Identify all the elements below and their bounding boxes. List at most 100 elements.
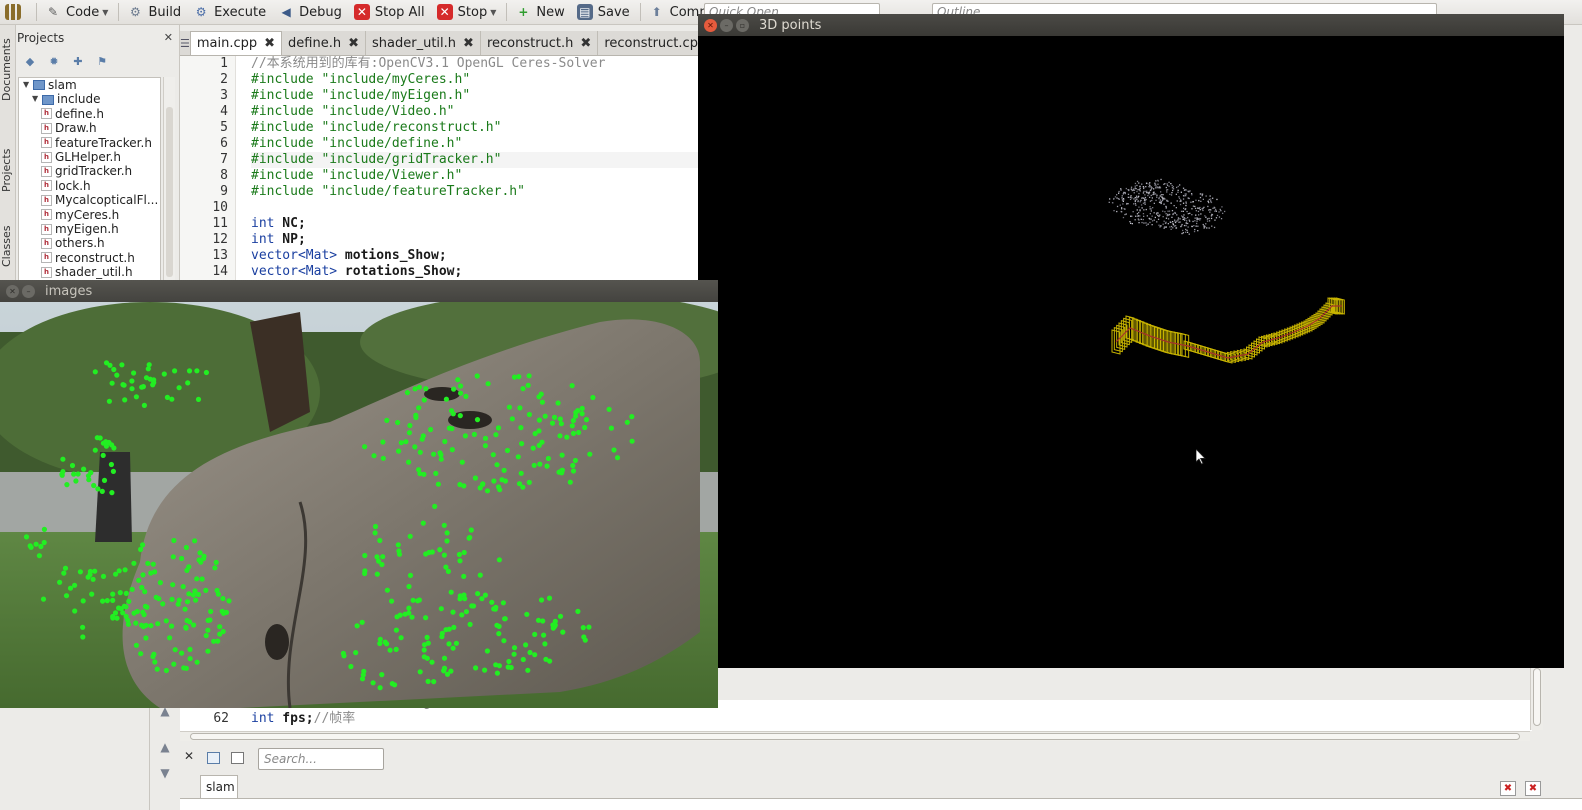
clear-output-icon[interactable]: ✖	[1500, 781, 1516, 796]
new-button[interactable]: + New	[510, 1, 571, 23]
code-line[interactable]: #include "include/Video.h"	[251, 104, 700, 120]
code-comment: //本系统用到的库有:OpenCV3.1 OpenGL Ceres-Solver	[251, 56, 606, 71]
stop-button[interactable]: ✕ Stop ▼	[432, 1, 504, 23]
close-tab-icon[interactable]: ✖	[348, 36, 359, 51]
tree-item-header[interactable]: h featureTracker.h	[19, 136, 160, 150]
tree-item-header[interactable]: h myEigen.h	[19, 222, 160, 236]
cloud-point	[1139, 201, 1141, 203]
scrollbar-thumb[interactable]	[1533, 668, 1541, 726]
close-tab-icon[interactable]: ✖	[580, 36, 591, 51]
cloud-point	[1150, 189, 1152, 191]
tree-item-header[interactable]: h shader_util.h	[19, 265, 160, 279]
build-button[interactable]: ⚙ Build	[122, 1, 188, 23]
code-line[interactable]	[251, 200, 700, 216]
editor-tab[interactable]: define.h ✖	[282, 31, 367, 55]
dock-tab-classes[interactable]: Classes	[0, 213, 16, 279]
code-line[interactable]: #include "include/gridTracker.h"	[251, 152, 700, 168]
minimize-window-icon[interactable]: –	[720, 18, 733, 32]
build-project-icon[interactable]: ⚑	[94, 55, 110, 69]
close-icon[interactable]: ✕	[164, 31, 173, 44]
code-line[interactable]: #include "include/myCeres.h"	[251, 72, 700, 88]
point-cloud-view[interactable]	[698, 36, 1564, 668]
editor-tab[interactable]: reconstruct.h ✖	[481, 31, 599, 55]
tree-item-project[interactable]: ▼ slam	[19, 78, 160, 92]
cloud-point	[1173, 225, 1176, 227]
add-icon[interactable]: ✚	[70, 55, 86, 69]
close-icon[interactable]: ✕	[184, 749, 194, 763]
feature-point	[496, 663, 502, 669]
cloud-point	[1136, 213, 1139, 215]
window-titlebar[interactable]: ✕ – images	[0, 280, 718, 302]
window-titlebar[interactable]: ✕ – ▫ 3D points	[698, 14, 1564, 36]
cloud-point	[1153, 202, 1155, 204]
save-button[interactable]: ▤ Save	[572, 1, 637, 23]
code-button[interactable]: ✎ Code ▼	[40, 1, 115, 23]
code-line[interactable]: vector<Mat> motions_Show;	[251, 248, 700, 264]
stop-all-button[interactable]: ✕ Stop All	[349, 1, 432, 23]
code-lines[interactable]: //本系统用到的库有:OpenCV3.1 OpenGL Ceres-Solver…	[251, 56, 700, 280]
tree-item-header[interactable]: h lock.h	[19, 179, 160, 193]
code-line[interactable]: #include "include/define.h"	[251, 136, 700, 152]
cloud-point	[1147, 223, 1149, 225]
scrollbar-thumb[interactable]	[166, 107, 173, 277]
close-output-icon[interactable]: ✖	[1525, 781, 1541, 796]
sync-icon[interactable]: ◆	[22, 55, 38, 69]
tree-item-header[interactable]: h reconstruct.h	[19, 251, 160, 265]
feature-point	[110, 468, 116, 474]
filter-icon[interactable]: ✹	[46, 55, 62, 69]
tree-item-header[interactable]: h myCeres.h	[19, 208, 160, 222]
tree-item-header[interactable]: h others.h	[19, 236, 160, 250]
close-tab-icon[interactable]: ✖	[264, 36, 275, 51]
tree-item-header[interactable]: h define.h	[19, 107, 160, 121]
output-search-input[interactable]: Search...	[258, 748, 384, 770]
output-view-icon[interactable]	[207, 752, 220, 764]
code-line[interactable]: #include "include/Viewer.h"	[251, 168, 700, 184]
copy-icon[interactable]	[231, 752, 244, 764]
code-line[interactable]: vector<Mat> rotations_Show;	[251, 264, 700, 280]
close-window-icon[interactable]: ✕	[704, 18, 717, 32]
editor-vertical-scrollbar[interactable]	[1530, 668, 1543, 730]
menu-grid-button[interactable]	[0, 1, 33, 23]
code-line[interactable]: #include "include/myEigen.h"	[251, 88, 700, 104]
cloud-point	[1183, 224, 1186, 227]
feature-point	[100, 452, 106, 458]
project-tree-scrollbar[interactable]	[163, 77, 175, 283]
output-tab-slam[interactable]: slam	[200, 775, 238, 798]
debug-button[interactable]: ◀ Debug	[273, 1, 349, 23]
editor-horizontal-scrollbar[interactable]	[180, 731, 1530, 741]
code-line[interactable]: #include "include/featureTracker.h"	[251, 184, 700, 200]
close-tab-icon[interactable]: ✖	[463, 36, 474, 51]
left-dock-tabs: Documents Projects Classes	[0, 25, 16, 283]
tree-item-header[interactable]: h gridTracker.h	[19, 164, 160, 178]
maximize-window-icon[interactable]: ▫	[736, 18, 749, 32]
feature-point	[463, 393, 469, 399]
close-window-icon[interactable]: ✕	[6, 284, 19, 298]
arrow-down-icon[interactable]: ▼	[156, 766, 174, 784]
code-line[interactable]: int fps;//帧率	[251, 711, 355, 727]
code-editor[interactable]: 1 2 3 4 5 6 7 8 9 10 11 12 13 14 //本系统用到的库有:OpenCV3.1…	[180, 56, 700, 283]
feature-point	[201, 553, 207, 559]
cloud-point	[1171, 216, 1173, 218]
feature-point	[139, 622, 145, 628]
scrollbar-thumb[interactable]	[190, 733, 1520, 740]
tree-item-header[interactable]: h Draw.h	[19, 121, 160, 135]
project-tree[interactable]: ▼ slam ▼ include h define.h h Draw.h h featureTra…	[18, 77, 161, 283]
code-line[interactable]: //本系统用到的库有:OpenCV3.1 OpenGL Ceres-Solver	[251, 56, 700, 72]
code-line[interactable]: int NP;	[251, 232, 700, 248]
tree-item-folder[interactable]: ▼ include	[19, 92, 160, 106]
expand-arrow-icon[interactable]: ▼	[32, 92, 42, 106]
tree-item-header[interactable]: h MycalcopticalFl...	[19, 193, 160, 207]
editor-tab[interactable]: shader_util.h ✖	[366, 31, 481, 55]
execute-button[interactable]: ⚙ Execute	[188, 1, 273, 23]
tree-item-header[interactable]: h GLHelper.h	[19, 150, 160, 164]
minimize-window-icon[interactable]: –	[22, 284, 35, 298]
editor-tab[interactable]: main.cpp ✖	[189, 31, 283, 55]
arrow-up-icon[interactable]: ▲	[156, 740, 174, 758]
dock-tab-documents[interactable]: Documents	[0, 31, 16, 109]
code-line[interactable]: int NC;	[251, 216, 700, 232]
expand-arrow-icon[interactable]: ▼	[23, 78, 33, 92]
tab-list-icon[interactable]: ☰	[180, 31, 190, 55]
cloud-point	[1162, 223, 1164, 225]
code-line[interactable]: #include "include/reconstruct.h"	[251, 120, 700, 136]
dock-tab-projects[interactable]: Projects	[0, 135, 16, 205]
